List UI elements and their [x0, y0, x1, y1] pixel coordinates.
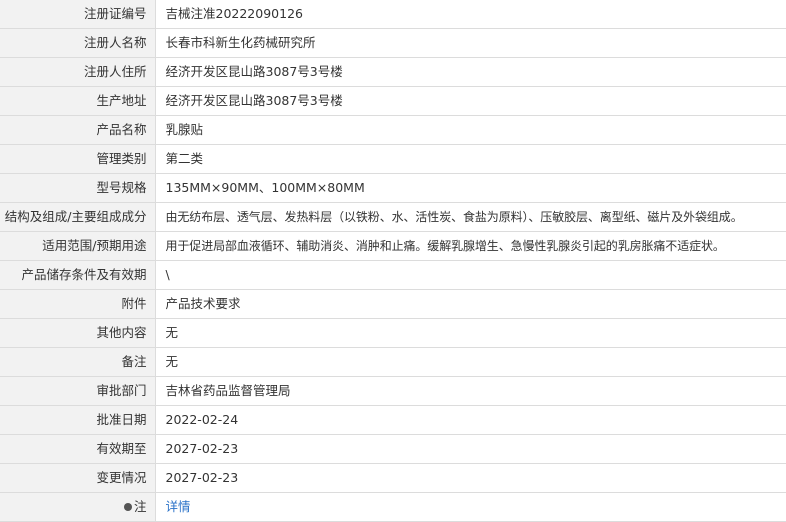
row-label: 生产地址: [0, 86, 156, 116]
row-value: 经济开发区昆山路3087号3号楼: [155, 86, 786, 116]
row-label: 有效期至: [0, 434, 156, 464]
table-row: 审批部门 吉林省药品监督管理局: [0, 376, 786, 406]
table-row: 变更情况 2027-02-23: [0, 463, 786, 493]
table-row: 管理类别 第二类: [0, 144, 786, 174]
row-value: 长春市科新生化药械研究所: [155, 28, 786, 58]
table-row: 其他内容 无: [0, 318, 786, 348]
table-row: 产品储存条件及有效期 \: [0, 260, 786, 290]
row-label: 其他内容: [0, 318, 156, 348]
details-link[interactable]: 详情: [166, 499, 191, 514]
row-value: 由无纺布层、透气层、发热料层（以铁粉、水、活性炭、食盐为原料）、压敏胶层、离型纸…: [155, 202, 786, 232]
row-value: 2027-02-23: [155, 434, 786, 464]
table-row: 型号规格 135MM×90MM、100MM×80MM: [0, 173, 786, 203]
table-row: 批准日期 2022-02-24: [0, 405, 786, 435]
row-label: 变更情况: [0, 463, 156, 493]
table-row: 产品名称 乳腺贴: [0, 115, 786, 145]
row-label: 结构及组成/主要组成成分: [0, 202, 156, 232]
row-label: 型号规格: [0, 173, 156, 203]
row-label: 审批部门: [0, 376, 156, 406]
table-row: 附件 产品技术要求: [0, 289, 786, 319]
row-label: 产品名称: [0, 115, 156, 145]
row-label: 注册人住所: [0, 57, 156, 87]
note-pin-icon: [123, 502, 132, 511]
row-value: 经济开发区昆山路3087号3号楼: [155, 57, 786, 87]
row-label: 适用范围/预期用途: [0, 231, 156, 261]
row-value: \: [155, 260, 786, 290]
row-label: 注册证编号: [0, 0, 156, 29]
row-value: 乳腺贴: [155, 115, 786, 145]
row-value: 2027-02-23: [155, 463, 786, 493]
row-label: 注册人名称: [0, 28, 156, 58]
row-value: 用于促进局部血液循环、辅助消炎、消肿和止痛。缓解乳腺增生、急慢性乳腺炎引起的乳房…: [155, 231, 786, 261]
note-value-cell: 详情: [155, 492, 786, 522]
row-value: 吉林省药品监督管理局: [155, 376, 786, 406]
note-row: 注 详情: [0, 492, 786, 522]
table-row: 有效期至 2027-02-23: [0, 434, 786, 464]
row-value: 无: [155, 347, 786, 377]
table-row: 结构及组成/主要组成成分 由无纺布层、透气层、发热料层（以铁粉、水、活性炭、食盐…: [0, 202, 786, 232]
table-row: 注册人住所 经济开发区昆山路3087号3号楼: [0, 57, 786, 87]
registration-detail-table: 注册证编号 吉械注准20222090126 注册人名称 长春市科新生化药械研究所…: [0, 0, 786, 522]
note-label-cell: 注: [0, 492, 156, 522]
row-value: 135MM×90MM、100MM×80MM: [155, 173, 786, 203]
row-value: 2022-02-24: [155, 405, 786, 435]
table-row: 注册人名称 长春市科新生化药械研究所: [0, 28, 786, 58]
row-label: 产品储存条件及有效期: [0, 260, 156, 290]
row-label: 管理类别: [0, 144, 156, 174]
row-value: 产品技术要求: [155, 289, 786, 319]
table-row: 备注 无: [0, 347, 786, 377]
row-value: 第二类: [155, 144, 786, 174]
table-row: 适用范围/预期用途 用于促进局部血液循环、辅助消炎、消肿和止痛。缓解乳腺增生、急…: [0, 231, 786, 261]
row-value: 吉械注准20222090126: [155, 0, 786, 29]
row-label: 附件: [0, 289, 156, 319]
row-label: 备注: [0, 347, 156, 377]
table-row: 生产地址 经济开发区昆山路3087号3号楼: [0, 86, 786, 116]
row-value: 无: [155, 318, 786, 348]
note-label: 注: [133, 499, 147, 514]
row-label: 批准日期: [0, 405, 156, 435]
table-row: 注册证编号 吉械注准20222090126: [0, 0, 786, 29]
